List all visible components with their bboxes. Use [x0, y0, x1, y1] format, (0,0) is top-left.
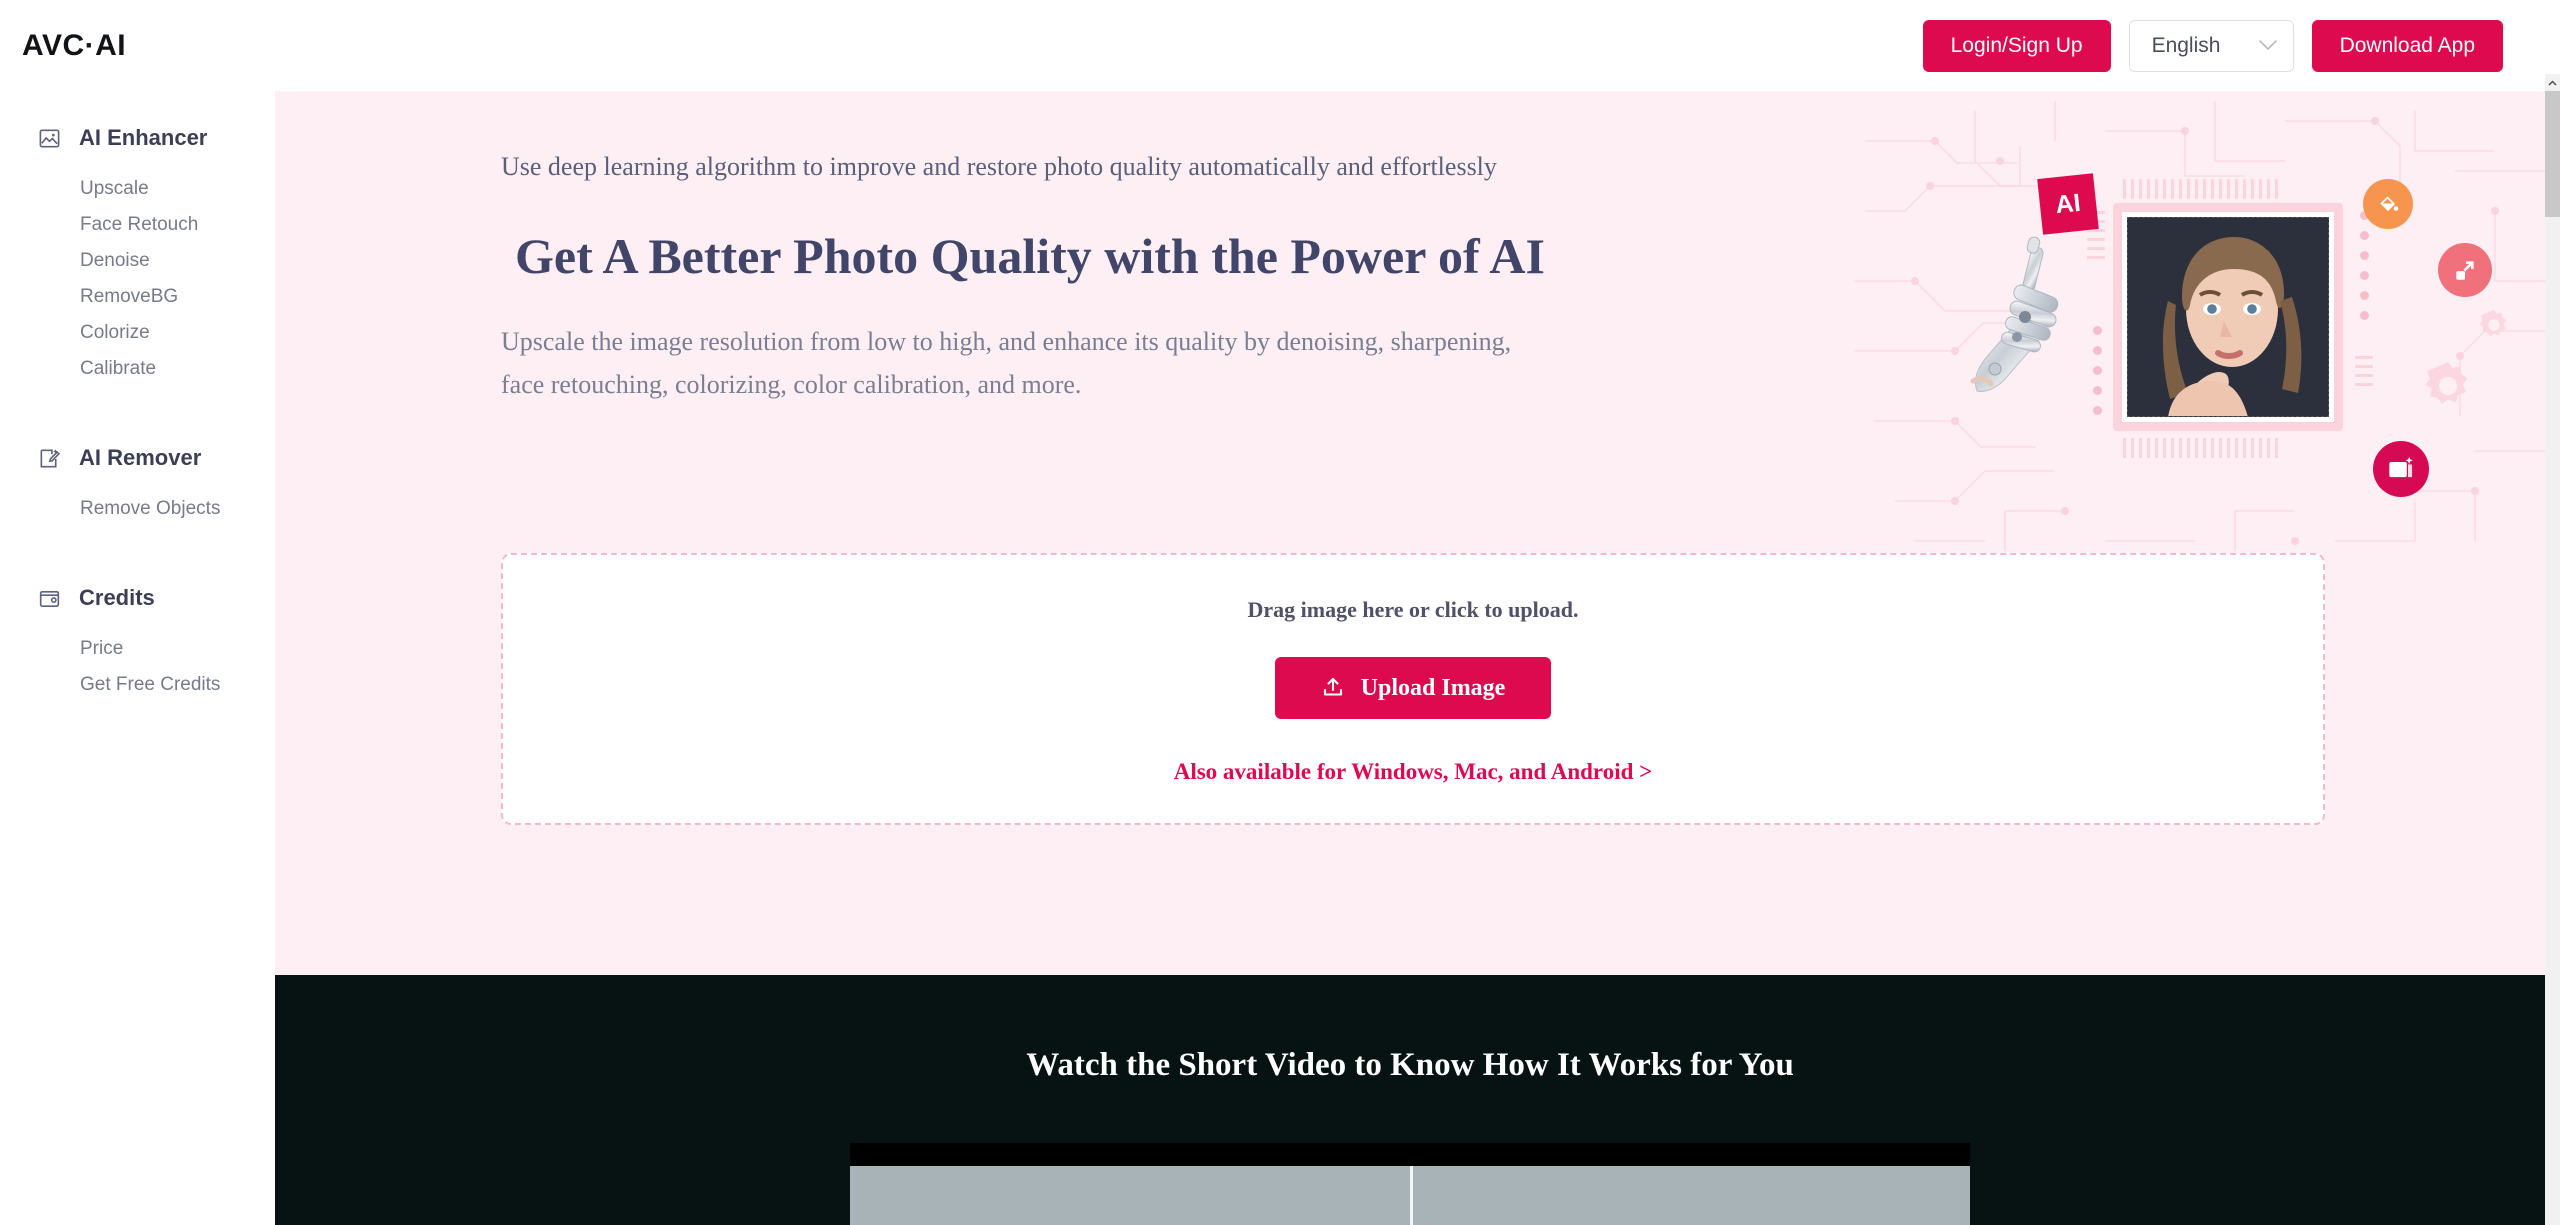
sidebar-item-get-free-credits[interactable]: Get Free Credits: [0, 667, 275, 703]
hero-section: Use deep learning algorithm to improve a…: [275, 91, 2545, 975]
sidebar-group-label: AI Remover: [79, 445, 202, 470]
sidebar-item-removebg[interactable]: RemoveBG: [0, 279, 275, 315]
sidebar-item-calibrate[interactable]: Calibrate: [0, 351, 275, 387]
chip-pins-right: [2355, 356, 2373, 386]
main-content: Use deep learning algorithm to improve a…: [275, 91, 2545, 1225]
sidebar-item-upscale[interactable]: Upscale: [0, 171, 275, 207]
sidebar-item-remove-objects[interactable]: Remove Objects: [0, 491, 275, 527]
sidebar-item-credits[interactable]: Credits: [0, 575, 275, 621]
sidebar-group-ai-remover: AI Remover Remove Objects: [0, 435, 275, 527]
platform-availability-link[interactable]: Also available for Windows, Mac, and And…: [1174, 759, 1653, 785]
hero-kicker: Use deep learning algorithm to improve a…: [501, 152, 1497, 181]
sidebar-item-face-retouch[interactable]: Face Retouch: [0, 207, 275, 243]
video-comparison-frame: [850, 1166, 1970, 1225]
login-signup-button[interactable]: Login/Sign Up: [1922, 19, 2111, 72]
scrollbar-thumb[interactable]: [2545, 91, 2560, 217]
gear-icon: [2425, 362, 2468, 404]
chip-dots-right: [2360, 211, 2369, 320]
sidebar-group-ai-enhancer: AI Enhancer Upscale Face Retouch Denoise…: [0, 115, 275, 387]
video-section: Watch the Short Video to Know How It Wor…: [275, 975, 2545, 1225]
video-player[interactable]: [850, 1143, 1970, 1225]
upload-hint-text: Drag image here or click to upload.: [1247, 597, 1579, 622]
portrait-photo: [2127, 217, 2329, 417]
sidebar: AI Enhancer Upscale Face Retouch Denoise…: [0, 91, 275, 1225]
scroll-up-arrow-icon[interactable]: [2545, 74, 2560, 91]
page-root: AVC·AI Login/Sign Up English Download Ap…: [0, 0, 2560, 1225]
sidebar-item-price[interactable]: Price: [0, 631, 275, 667]
gear-icon: [2479, 309, 2507, 337]
comparison-slider-divider[interactable]: [1410, 1166, 1413, 1225]
page-title: Get A Better Photo Quality with the Powe…: [515, 228, 1545, 285]
sidebar-item-ai-enhancer[interactable]: AI Enhancer: [0, 115, 275, 161]
upload-image-button[interactable]: Upload Image: [1275, 657, 1551, 719]
sidebar-group-credits: Credits Price Get Free Credits: [0, 575, 275, 703]
image-icon: [38, 127, 61, 150]
top-header: AVC·AI Login/Sign Up English Download Ap…: [0, 0, 2545, 91]
header-actions: Login/Sign Up English Download App: [1922, 19, 2503, 72]
chip-pins-bottom: [2123, 438, 2278, 458]
hero-description: Upscale the image resolution from low to…: [501, 327, 1512, 399]
paint-bucket-icon: [2363, 179, 2413, 229]
chip-pins-top: [2123, 179, 2278, 199]
scrollbar-track-top: [2545, 0, 2560, 74]
language-select[interactable]: English: [2128, 19, 2294, 72]
photo-enhance-icon: [2373, 441, 2429, 497]
resize-icon: [2438, 243, 2492, 297]
magic-wand-icon: [38, 447, 61, 470]
upload-image-button-label: Upload Image: [1360, 674, 1506, 701]
hero-copy: Use deep learning algorithm to improve a…: [501, 149, 1681, 406]
hero-illustration: AI: [1855, 101, 2545, 561]
sidebar-item-ai-remover[interactable]: AI Remover: [0, 435, 275, 481]
app-logo[interactable]: AVC·AI: [22, 29, 126, 63]
upload-dropzone[interactable]: Drag image here or click to upload. Uplo…: [501, 553, 2325, 825]
upload-icon: [1321, 675, 1345, 702]
sidebar-group-label: Credits: [79, 585, 155, 610]
sidebar-group-label: AI Enhancer: [79, 125, 208, 150]
robot-hand-icon: [1970, 236, 2059, 392]
wallet-icon: [38, 587, 61, 610]
language-select-value: English: [2151, 33, 2221, 57]
video-section-title: Watch the Short Video to Know How It Wor…: [1026, 1047, 1794, 1083]
download-app-button[interactable]: Download App: [2311, 19, 2503, 72]
sidebar-item-denoise[interactable]: Denoise: [0, 243, 275, 279]
chip-frame: [2113, 203, 2343, 431]
sidebar-item-colorize[interactable]: Colorize: [0, 315, 275, 351]
page-scrollbar[interactable]: [2545, 0, 2560, 1225]
chevron-down-icon: [2258, 40, 2277, 51]
video-topbar: [850, 1143, 1970, 1166]
